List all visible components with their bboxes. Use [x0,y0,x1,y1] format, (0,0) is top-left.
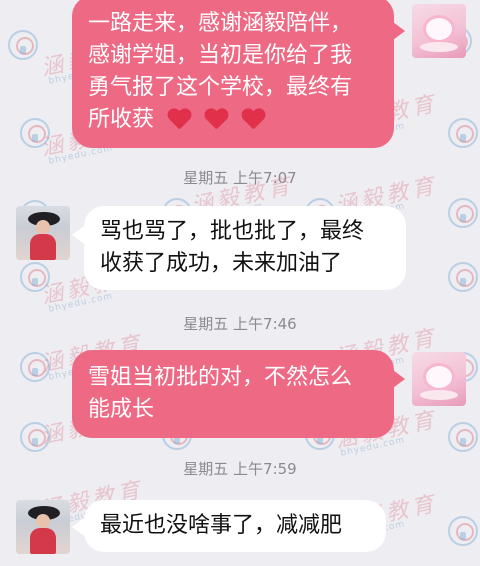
message-bubble-incoming[interactable]: 最近也没啥事了，减减肥 [84,500,386,552]
message-bubble-outgoing[interactable]: 一路走来，感谢涵毅陪伴， 感谢学姐，当初是你给了我 勇气报了这个学校，最终有 所… [72,0,394,148]
message-line: 最近也没啥事了，减减肥 [100,513,343,538]
heart-icon [167,109,191,131]
my-avatar[interactable] [412,4,466,58]
bubble-tail [72,226,84,244]
emoji-group [161,104,265,136]
bubble-tail [393,370,405,388]
message-line: 雪姐当初批的对，不然怎么 [88,365,353,390]
message-line: 感谢学姐，当初是你给了我 [88,43,353,68]
message-line: 骂也骂了，批也批了，最终 [100,219,365,244]
message-bubble-outgoing[interactable]: 雪姐当初批的对，不然怎么 能成长 [72,350,394,438]
my-avatar[interactable] [412,352,466,406]
timestamp: 星期五 上午7:46 [183,315,297,333]
message-line: 收获了成功，未来加油了 [100,251,343,276]
watermark-logo-icon [20,352,50,382]
timestamp: 星期五 上午7:59 [183,460,297,478]
watermark-logo-icon [448,198,478,228]
watermark-logo-icon [448,516,478,546]
message-line-text: 所收获 [88,107,155,132]
watermark-logo-icon [448,262,478,292]
contact-avatar[interactable] [16,500,70,554]
watermark-domain: bhyedu.com [339,435,407,459]
heart-icon [204,109,228,131]
message-line: 一路走来，感谢涵毅陪伴， [88,11,353,36]
heart-icon [241,109,265,131]
watermark-domain: bhyedu.com [47,291,115,315]
chat-view: 涵毅教育 涵毅教育 涵毅教育 涵毅教育 涵毅教育 涵毅教育 涵毅教育 涵毅教育 … [0,0,480,566]
watermark-logo-icon [8,30,38,60]
bubble-tail [393,22,405,40]
watermark-logo-icon [20,422,50,452]
timestamp: 星期五 上午7:07 [183,169,297,187]
message-bubble-incoming[interactable]: 骂也骂了，批也批了，最终 收获了成功，未来加油了 [84,206,406,290]
watermark-logo-icon [448,118,478,148]
message-line: 所收获 [88,104,380,136]
bubble-tail [72,518,84,536]
contact-avatar[interactable] [16,206,70,260]
message-line: 勇气报了这个学校，最终有 [88,75,353,100]
watermark-logo-icon [20,262,50,292]
watermark-logo-icon [448,422,478,452]
message-line: 能成长 [88,397,155,422]
watermark-logo-icon [20,118,50,148]
